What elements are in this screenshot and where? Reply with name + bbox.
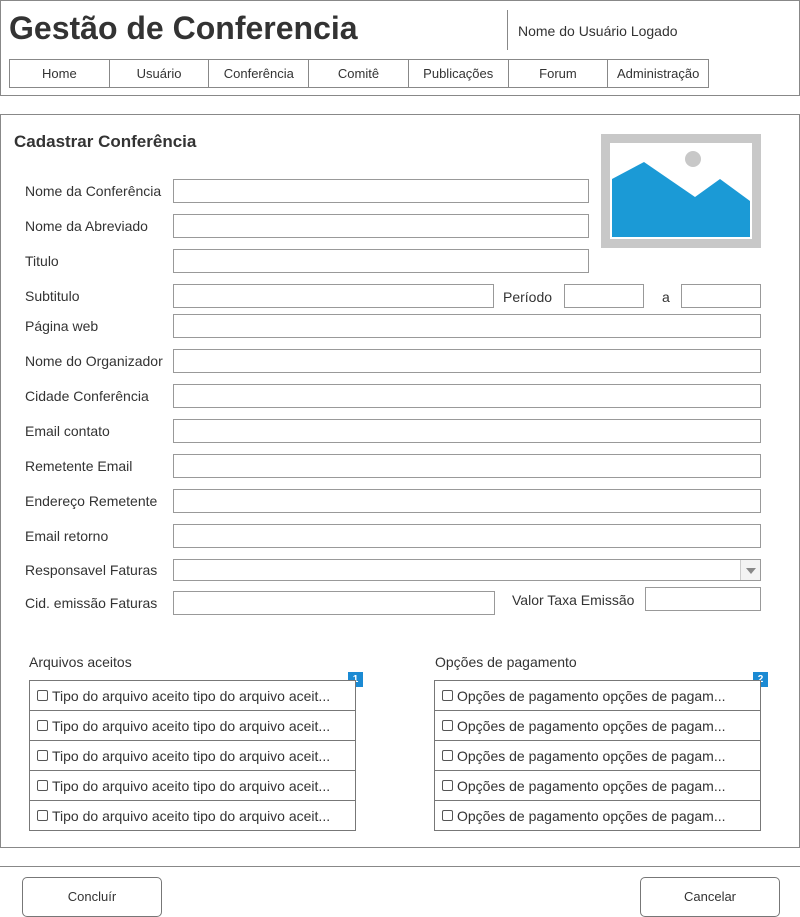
pagamento-item-label: Opções de pagamento opções de pagam... [457, 777, 726, 794]
image-placeholder-svg [601, 134, 761, 248]
app-title: Gestão de Conferencia [9, 10, 358, 46]
arquivos-list-item[interactable]: Tipo do arquivo aceito tipo do arquivo a… [29, 741, 356, 771]
input-endereco-remetente[interactable] [173, 489, 761, 513]
label-pagina-web: Página web [25, 318, 99, 334]
label-responsavel-faturas: Responsavel Faturas [25, 562, 158, 578]
image-placeholder-icon[interactable] [601, 134, 761, 248]
nav-tab-publicacoes[interactable]: Publicações [409, 60, 509, 87]
pagamento-item-label: Opções de pagamento opções de pagam... [457, 747, 726, 764]
arquivos-item-label: Tipo do arquivo aceito tipo do arquivo a… [52, 717, 331, 734]
form-title: Cadastrar Conferência [14, 132, 197, 151]
footer-divider [0, 866, 800, 867]
arquivos-list-item[interactable]: Tipo do arquivo aceito tipo do arquivo a… [29, 681, 356, 711]
label-titulo: Titulo [25, 253, 59, 269]
input-periodo-inicio[interactable] [564, 284, 644, 308]
label-periodo-a: a [662, 289, 670, 305]
pagamento-list-item[interactable]: Opções de pagamento opções de pagam... [434, 741, 761, 771]
checkbox-icon[interactable] [442, 810, 453, 821]
arquivos-list: Tipo do arquivo aceito tipo do arquivo a… [29, 680, 356, 831]
pagamento-title: Opções de pagamento [435, 654, 577, 670]
input-nome-organizador[interactable] [173, 349, 761, 373]
input-email-retorno[interactable] [173, 524, 761, 548]
arquivos-list-item[interactable]: Tipo do arquivo aceito tipo do arquivo a… [29, 801, 356, 831]
checkbox-icon[interactable] [37, 810, 48, 821]
checkbox-icon[interactable] [37, 720, 48, 731]
checkbox-icon[interactable] [37, 780, 48, 791]
arquivos-list-item[interactable]: Tipo do arquivo aceito tipo do arquivo a… [29, 771, 356, 801]
checkbox-icon[interactable] [442, 780, 453, 791]
pagamento-item-label: Opções de pagamento opções de pagam... [457, 807, 726, 824]
nav-tab-home[interactable]: Home [10, 60, 110, 87]
input-cidade-conferencia[interactable] [173, 384, 761, 408]
input-email-contato[interactable] [173, 419, 761, 443]
arquivos-item-label: Tipo do arquivo aceito tipo do arquivo a… [52, 807, 331, 824]
input-valor-taxa-emissao[interactable] [645, 587, 761, 611]
checkbox-icon[interactable] [37, 750, 48, 761]
arquivos-item-label: Tipo do arquivo aceito tipo do arquivo a… [52, 777, 331, 794]
checkbox-icon[interactable] [37, 690, 48, 701]
input-remetente-email[interactable] [173, 454, 761, 478]
label-endereco-remetente: Endereço Remetente [25, 493, 158, 509]
input-subtitulo[interactable] [173, 284, 494, 308]
header-divider [507, 10, 508, 50]
concluir-button[interactable]: Concluír [22, 877, 162, 917]
label-periodo: Período [503, 289, 553, 305]
cancel-button[interactable]: Cancelar [640, 877, 780, 917]
arquivos-item-label: Tipo do arquivo aceito tipo do arquivo a… [52, 687, 331, 704]
input-nome-abreviado[interactable] [173, 214, 589, 238]
label-subtitulo: Subtitulo [25, 288, 80, 304]
label-nome-abreviado: Nome da Abreviado [25, 218, 148, 234]
pagamento-list: Opções de pagamento opções de pagam... O… [434, 680, 761, 831]
chevron-down-icon[interactable] [740, 560, 760, 580]
label-remetente-email: Remetente Email [25, 458, 133, 474]
nav-tab-conferencia[interactable]: Conferência [209, 60, 310, 87]
logged-user-name[interactable]: Nome do Usuário Logado [518, 23, 678, 39]
nav-tab-administracao[interactable]: Administração [608, 60, 708, 87]
pagamento-list-item[interactable]: Opções de pagamento opções de pagam... [434, 801, 761, 831]
label-nome-conferencia: Nome da Conferência [25, 183, 162, 199]
nav-tab-comite[interactable]: Comitê [309, 60, 409, 87]
arquivos-list-item[interactable]: Tipo do arquivo aceito tipo do arquivo a… [29, 711, 356, 741]
label-email-contato: Email contato [25, 423, 110, 439]
pagamento-list-item[interactable]: Opções de pagamento opções de pagam... [434, 711, 761, 741]
pagamento-list-item[interactable]: Opções de pagamento opções de pagam... [434, 681, 761, 711]
pagamento-list-item[interactable]: Opções de pagamento opções de pagam... [434, 771, 761, 801]
checkbox-icon[interactable] [442, 750, 453, 761]
main-nav: Home Usuário Conferência Comitê Publicaç… [9, 59, 709, 88]
input-periodo-fim[interactable] [681, 284, 761, 308]
input-pagina-web[interactable] [173, 314, 761, 338]
label-cid-emissao-faturas: Cid. emissão Faturas [25, 595, 158, 611]
input-nome-conferencia[interactable] [173, 179, 589, 203]
input-titulo[interactable] [173, 249, 589, 273]
pagamento-item-label: Opções de pagamento opções de pagam... [457, 687, 726, 704]
arquivos-item-label: Tipo do arquivo aceito tipo do arquivo a… [52, 747, 331, 764]
nav-tab-usuario[interactable]: Usuário [110, 60, 210, 87]
checkbox-icon[interactable] [442, 720, 453, 731]
select-responsavel-faturas[interactable] [173, 559, 761, 581]
label-valor-taxa-emissao: Valor Taxa Emissão [512, 592, 635, 608]
arquivos-title: Arquivos aceitos [29, 654, 132, 670]
label-cidade-conferencia: Cidade Conferência [25, 388, 149, 404]
label-nome-organizador: Nome do Organizador [25, 353, 163, 369]
pagamento-item-label: Opções de pagamento opções de pagam... [457, 717, 726, 734]
label-email-retorno: Email retorno [25, 528, 109, 544]
input-cid-emissao-faturas[interactable] [173, 591, 495, 615]
nav-tab-forum[interactable]: Forum [509, 60, 609, 87]
checkbox-icon[interactable] [442, 690, 453, 701]
